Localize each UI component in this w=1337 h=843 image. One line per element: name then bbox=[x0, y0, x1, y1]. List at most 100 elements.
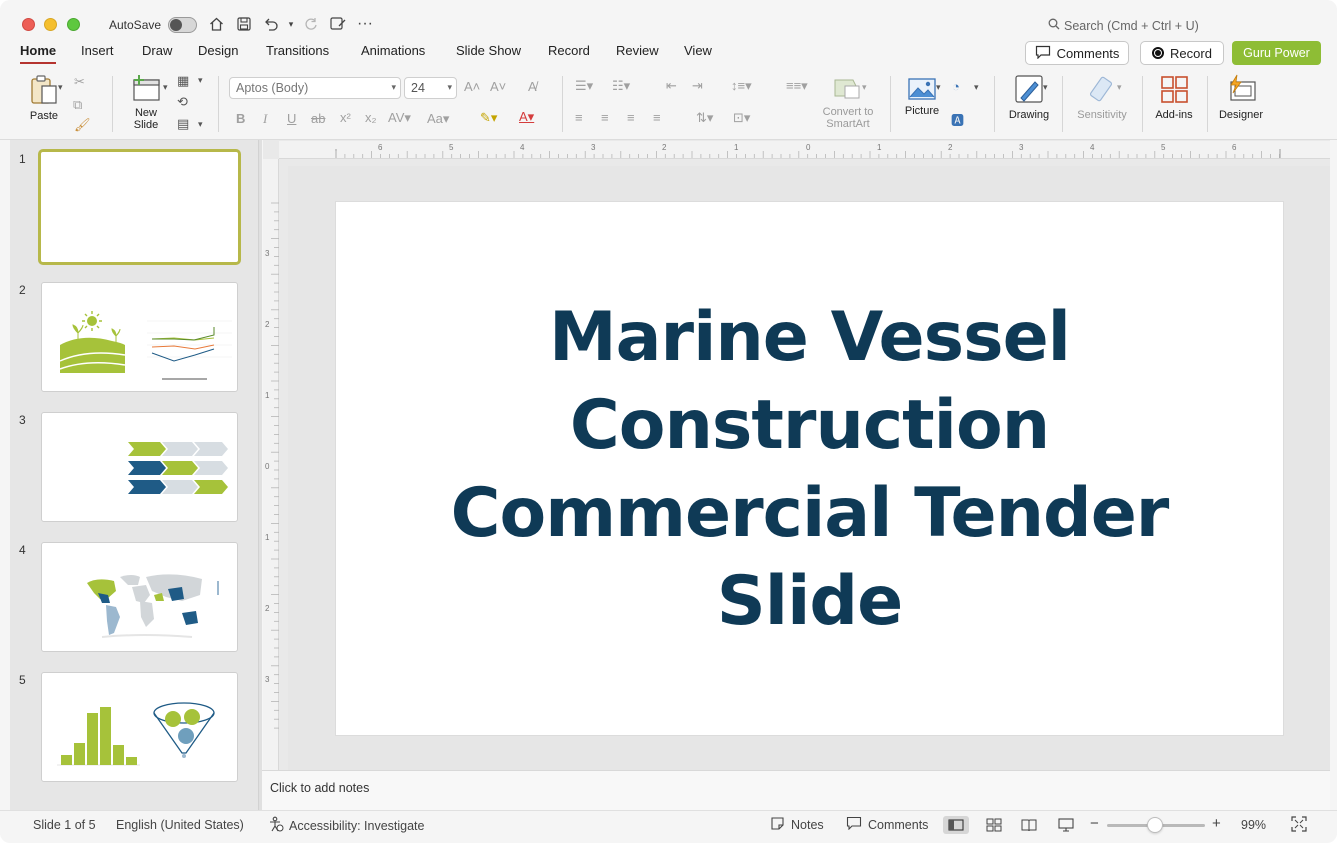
layout-icon[interactable]: ▦ bbox=[177, 73, 189, 89]
vertical-ruler[interactable]: 3 2 1 0 1 2 3 bbox=[263, 159, 279, 770]
align-center-icon[interactable]: ≡ bbox=[601, 110, 609, 125]
convert-to-smartart-button[interactable]: Convert to SmartArt bbox=[818, 76, 878, 136]
character-spacing-icon[interactable]: AV▾ bbox=[388, 110, 411, 126]
increase-font-icon[interactable]: A˄ bbox=[464, 79, 480, 94]
slide-thumbnail-2[interactable] bbox=[41, 282, 238, 392]
shapes-chevron-down-icon[interactable]: ▾ bbox=[974, 82, 979, 93]
line-spacing-icon[interactable]: ↕≡▾ bbox=[731, 78, 752, 94]
increase-indent-icon[interactable]: ⇥ bbox=[692, 78, 703, 94]
align-text-icon[interactable]: ⊡▾ bbox=[733, 110, 750, 126]
maximize-window-button[interactable] bbox=[67, 18, 80, 31]
tab-insert[interactable]: Insert bbox=[81, 43, 114, 58]
save-as-icon[interactable] bbox=[329, 14, 347, 34]
comments-button[interactable]: Comments bbox=[1025, 41, 1129, 65]
subscript-icon[interactable]: x₂ bbox=[365, 110, 377, 125]
zoom-level[interactable]: 99% bbox=[1241, 818, 1266, 832]
align-left-icon[interactable]: ≡ bbox=[575, 110, 583, 125]
panel-splitter[interactable] bbox=[258, 140, 262, 810]
svg-text:6: 6 bbox=[1232, 143, 1237, 152]
strikethrough-icon[interactable]: ab bbox=[311, 111, 325, 126]
font-color-icon[interactable]: A▾ bbox=[519, 109, 534, 125]
close-window-button[interactable] bbox=[22, 18, 35, 31]
language-indicator[interactable]: English (United States) bbox=[116, 818, 244, 832]
clear-formatting-icon[interactable]: A̸ bbox=[528, 79, 537, 94]
minimize-window-button[interactable] bbox=[44, 18, 57, 31]
picture-chevron-down-icon[interactable]: ▾ bbox=[936, 82, 941, 93]
add-ins-button[interactable]: Add-ins bbox=[1150, 74, 1198, 129]
text-direction-icon[interactable]: ⇅▾ bbox=[696, 110, 713, 126]
tab-animations[interactable]: Animations bbox=[361, 43, 425, 58]
columns-icon[interactable]: ≡≡▾ bbox=[786, 78, 808, 94]
tab-home[interactable]: Home bbox=[20, 43, 57, 64]
tab-design[interactable]: Design bbox=[198, 43, 238, 58]
decrease-indent-icon[interactable]: ⇤ bbox=[666, 78, 677, 94]
tab-draw[interactable]: Draw bbox=[142, 43, 172, 58]
smartart-chevron-down-icon[interactable]: ▾ bbox=[862, 82, 867, 93]
save-icon[interactable] bbox=[235, 14, 253, 34]
tab-view[interactable]: View bbox=[684, 43, 712, 58]
tab-transitions[interactable]: Transitions bbox=[266, 43, 329, 58]
designer-button[interactable]: Designer bbox=[1215, 74, 1267, 129]
zoom-out-button[interactable]: − bbox=[1090, 815, 1099, 832]
slide-thumbnail-4[interactable] bbox=[41, 542, 238, 652]
new-slide-chevron-down-icon[interactable]: ▾ bbox=[163, 82, 168, 93]
tab-slide-show[interactable]: Slide Show bbox=[456, 43, 521, 58]
bold-icon[interactable]: B bbox=[236, 111, 245, 126]
change-case-icon[interactable]: Aa▾ bbox=[427, 111, 449, 127]
superscript-icon[interactable]: x² bbox=[340, 110, 351, 125]
slide-title[interactable]: Marine Vessel Construction Commercial Te… bbox=[430, 294, 1190, 646]
slide-thumbnail-3[interactable] bbox=[41, 412, 238, 522]
search-box[interactable]: Search (Cmd + Ctrl + U) bbox=[1048, 18, 1199, 33]
sensitivity-chevron-down-icon[interactable]: ▾ bbox=[1117, 82, 1122, 93]
drawing-chevron-down-icon[interactable]: ▾ bbox=[1043, 82, 1048, 93]
home-icon[interactable] bbox=[207, 14, 225, 34]
comments-toggle-button[interactable]: Comments bbox=[846, 816, 928, 833]
new-slide-button[interactable]: New Slide bbox=[124, 74, 168, 134]
more-icon[interactable]: ··· bbox=[356, 14, 374, 34]
layout-chevron-down-icon[interactable]: ▾ bbox=[198, 75, 203, 86]
accessibility-status[interactable]: Accessibility: Investigate bbox=[268, 816, 424, 835]
align-right-icon[interactable]: ≡ bbox=[627, 110, 635, 125]
undo-chevron-down-icon[interactable]: ▾ bbox=[282, 14, 300, 34]
font-size-select[interactable]: 24 ▾ bbox=[404, 77, 457, 99]
zoom-in-button[interactable]: + bbox=[1212, 815, 1221, 832]
format-painter-icon[interactable]: 🖌 bbox=[74, 117, 91, 133]
decrease-font-icon[interactable]: A˅ bbox=[490, 79, 506, 94]
reset-icon[interactable]: ⟲ bbox=[177, 94, 188, 110]
highlight-icon[interactable]: ✎▾ bbox=[480, 110, 497, 126]
tab-review[interactable]: Review bbox=[616, 43, 659, 58]
autosave-toggle[interactable] bbox=[168, 17, 197, 33]
notes-toggle-button[interactable]: Notes bbox=[770, 816, 824, 834]
current-slide[interactable]: Marine Vessel Construction Commercial Te… bbox=[336, 202, 1283, 735]
slide-thumbnail-5[interactable] bbox=[41, 672, 238, 782]
shapes-icon[interactable]: ◔ bbox=[952, 79, 960, 94]
cut-icon[interactable]: ✂ bbox=[74, 74, 85, 90]
comment-icon bbox=[846, 816, 862, 833]
italic-icon[interactable]: I bbox=[263, 111, 267, 127]
guru-power-button[interactable]: Guru Power bbox=[1232, 41, 1321, 65]
record-button[interactable]: Record bbox=[1140, 41, 1224, 65]
justify-icon[interactable]: ≡ bbox=[653, 110, 661, 125]
text-box-icon[interactable]: 🅰 bbox=[951, 110, 964, 129]
sensitivity-button[interactable]: Sensitivity bbox=[1072, 74, 1132, 129]
horizontal-ruler[interactable]: 6 5 4 3 2 1 0 1 2 3 4 5 6 bbox=[279, 141, 1330, 159]
underline-icon[interactable]: U bbox=[287, 111, 296, 126]
section-icon[interactable]: ▤ bbox=[177, 116, 189, 132]
redo-icon[interactable] bbox=[302, 14, 320, 34]
fit-to-window-icon[interactable] bbox=[1291, 816, 1307, 835]
paste-chevron-down-icon[interactable]: ▾ bbox=[58, 82, 63, 93]
undo-icon[interactable] bbox=[262, 14, 280, 34]
notes-pane[interactable]: Click to add notes bbox=[262, 770, 1330, 810]
section-chevron-down-icon[interactable]: ▾ bbox=[198, 119, 203, 130]
zoom-slider-handle[interactable] bbox=[1147, 817, 1163, 833]
normal-view-icon[interactable] bbox=[943, 816, 969, 834]
font-name-select[interactable]: Aptos (Body) ▾ bbox=[229, 77, 401, 99]
presenter-view-icon[interactable] bbox=[1053, 816, 1079, 834]
tab-record[interactable]: Record bbox=[548, 43, 590, 58]
slide-sorter-view-icon[interactable] bbox=[981, 816, 1007, 834]
bullets-icon[interactable]: ☰▾ bbox=[575, 78, 593, 94]
reading-view-icon[interactable] bbox=[1016, 816, 1042, 834]
copy-icon[interactable]: ⧉ bbox=[73, 97, 82, 113]
slide-thumbnail-1[interactable] bbox=[38, 149, 241, 265]
numbering-icon[interactable]: ☷▾ bbox=[612, 78, 630, 94]
